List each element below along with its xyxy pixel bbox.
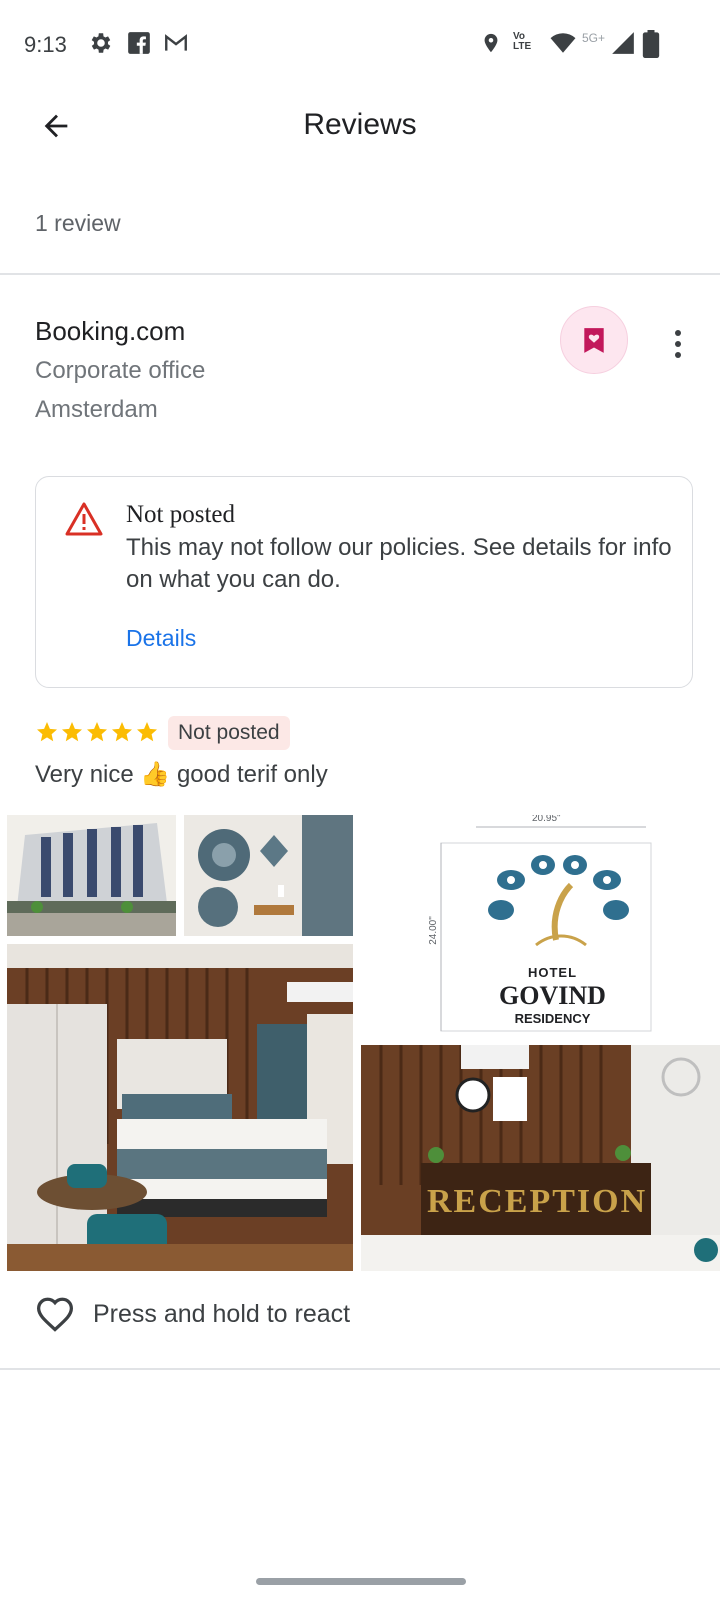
wall-decor-image [184, 815, 353, 936]
gmail-icon [165, 34, 187, 51]
star-icon [87, 722, 107, 742]
divider [0, 273, 720, 275]
network-label: 5G+ [582, 31, 606, 45]
reception-sign-text: RECEPTION [427, 1183, 648, 1220]
facebook-icon [128, 32, 150, 54]
react-button[interactable]: Press and hold to react [35, 1294, 350, 1334]
review-text: Very nice 👍 good terif only [35, 761, 328, 788]
heart-outline-icon [36, 1297, 74, 1332]
review-photo[interactable] [7, 944, 353, 1271]
review-photo[interactable]: 20.95" 24.00" HOTEL GOVIND RESIDENCY [361, 815, 720, 1037]
bookmark-heart-icon [584, 328, 604, 353]
review-photo[interactable] [7, 815, 176, 936]
divider [0, 1368, 720, 1370]
more-options-button[interactable] [660, 322, 696, 366]
star-icon [137, 722, 157, 742]
react-label: Press and hold to react [93, 1299, 351, 1328]
more-vert-icon [675, 330, 681, 336]
volte-icon: Vo LTE [513, 31, 532, 52]
reception-image [361, 1045, 720, 1271]
settings-icon [91, 33, 111, 53]
place-location: Amsterdam [35, 396, 158, 423]
wifi-icon [550, 33, 576, 53]
star-icon [37, 722, 57, 742]
not-posted-notice: Not posted This may not follow our polic… [35, 476, 693, 688]
logo-height-dim: 24.00" [427, 916, 439, 945]
building-exterior-image [7, 815, 176, 936]
home-indicator[interactable] [256, 1578, 466, 1585]
place-category: Corporate office [35, 357, 206, 384]
place-name[interactable]: Booking.com [35, 316, 185, 347]
review-count: 1 review [35, 210, 121, 236]
review-photo[interactable]: RECEPTION [361, 1045, 720, 1271]
page-title: Reviews [303, 108, 417, 141]
logo-govind-text: GOVIND [499, 981, 606, 1010]
warning-icon [65, 502, 103, 536]
location-icon [484, 33, 498, 53]
app-bar: Reviews [0, 88, 720, 164]
signal-icon [612, 32, 634, 54]
logo-residency-text: RESIDENCY [514, 1011, 591, 1026]
status-bar: 9:13 Vo LTE 5G+ [0, 0, 720, 88]
star-icon [62, 722, 82, 742]
logo-hotel-text: HOTEL [527, 965, 578, 980]
details-link[interactable]: Details [126, 625, 196, 652]
star-icon [112, 722, 132, 742]
status-time: 9:13 [24, 32, 67, 57]
status-badge: Not posted [168, 716, 290, 750]
bedroom-image [7, 944, 353, 1271]
battery-icon [642, 30, 660, 58]
notice-body: This may not follow our policies. See de… [126, 534, 672, 593]
notice-title: Not posted [126, 501, 236, 528]
save-place-button[interactable] [560, 306, 628, 374]
logo-width-dim: 20.95" [532, 815, 561, 824]
star-rating [35, 720, 159, 748]
review-photo[interactable] [184, 815, 353, 936]
